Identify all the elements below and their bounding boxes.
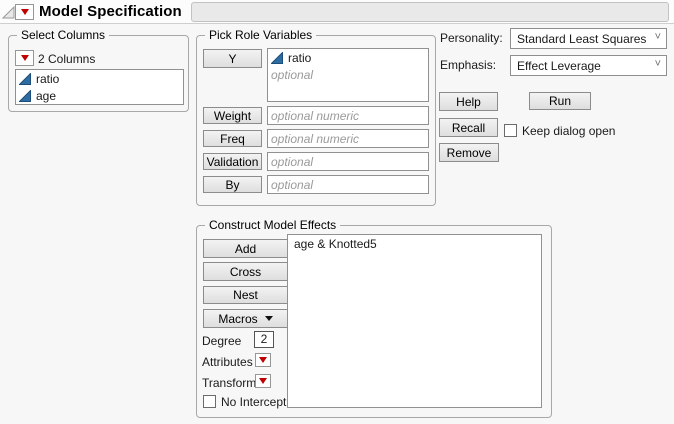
emphasis-value: Effect Leverage: [517, 58, 601, 73]
construct-model-effects-legend: Construct Model Effects: [205, 218, 341, 232]
macros-dropdown-icon: [264, 316, 273, 321]
role-variable-name: ratio: [288, 50, 312, 65]
personality-value: Standard Least Squares: [517, 31, 647, 46]
by-role-button[interactable]: By: [203, 176, 262, 193]
list-item[interactable]: ratio: [16, 70, 183, 87]
y-role-listbox[interactable]: ratio optional: [267, 48, 429, 102]
degree-label: Degree: [202, 334, 242, 348]
column-name: ratio: [36, 71, 60, 86]
continuous-variable-icon: [19, 89, 31, 102]
outline-header: Model Specification: [0, 0, 674, 24]
personality-dropdown[interactable]: Standard Least Squares ˅: [510, 28, 667, 49]
no-intercept-label: No Intercept: [221, 395, 287, 409]
columns-red-triangle-menu[interactable]: [15, 50, 34, 66]
validation-role-listbox[interactable]: optional: [267, 152, 429, 171]
attributes-red-triangle-menu[interactable]: [255, 353, 271, 367]
cross-button[interactable]: Cross: [203, 262, 288, 281]
column-name: age: [36, 88, 57, 103]
transform-red-triangle-menu[interactable]: [255, 374, 271, 388]
macros-button[interactable]: Macros: [203, 309, 288, 328]
recall-button[interactable]: Recall: [439, 118, 498, 137]
continuous-variable-icon: [271, 51, 283, 64]
model-effects-listbox[interactable]: age & Knotted5: [287, 234, 542, 408]
optional-placeholder: optional numeric: [271, 108, 360, 123]
freq-role-button[interactable]: Freq: [203, 130, 262, 147]
columns-count-label: 2 Columns: [38, 52, 96, 66]
keep-dialog-open-label: Keep dialog open: [522, 124, 616, 138]
nest-button[interactable]: Nest: [203, 286, 288, 304]
by-role-listbox[interactable]: optional: [267, 175, 429, 194]
red-triangle-icon: [259, 378, 267, 384]
attributes-label: Attributes: [202, 355, 253, 369]
remove-button[interactable]: Remove: [439, 143, 499, 162]
y-role-button[interactable]: Y: [203, 49, 262, 68]
disclosure-triangle-icon[interactable]: [2, 6, 15, 19]
degree-value: 2: [260, 332, 268, 346]
optional-placeholder: optional numeric: [271, 131, 360, 146]
optional-placeholder: optional: [271, 177, 314, 192]
macros-label: Macros: [218, 311, 258, 326]
header-spacer-panel: [191, 2, 669, 22]
keep-dialog-open-checkbox[interactable]: [504, 124, 517, 137]
add-button[interactable]: Add: [203, 239, 288, 258]
help-button[interactable]: Help: [439, 92, 498, 111]
pick-role-variables-legend: Pick Role Variables: [205, 28, 317, 42]
page-title: Model Specification: [39, 3, 182, 20]
continuous-variable-icon: [19, 72, 31, 85]
personality-label: Personality:: [440, 31, 503, 45]
columns-listbox[interactable]: ratio age: [15, 69, 184, 105]
red-triangle-icon: [20, 55, 29, 61]
red-triangle-icon: [20, 9, 29, 15]
pick-role-variables-group: Pick Role Variables Y ratio optional Wei…: [196, 28, 436, 206]
list-item[interactable]: ratio: [268, 49, 428, 66]
chevron-down-icon: ˅: [654, 58, 661, 70]
weight-role-listbox[interactable]: optional numeric: [267, 106, 429, 125]
run-button[interactable]: Run: [529, 92, 591, 110]
chevron-down-icon: ˅: [654, 31, 661, 43]
optional-placeholder: optional: [271, 154, 314, 169]
optional-placeholder: optional: [271, 67, 314, 82]
validation-role-button[interactable]: Validation: [203, 153, 262, 170]
freq-role-listbox[interactable]: optional numeric: [267, 129, 429, 148]
effect-item[interactable]: age & Knotted5: [288, 235, 541, 252]
transform-label: Transform: [202, 376, 257, 390]
degree-input[interactable]: 2: [254, 331, 274, 348]
no-intercept-checkbox[interactable]: [203, 395, 216, 408]
model-spec-red-triangle-menu[interactable]: [15, 4, 34, 20]
select-columns-group: Select Columns 2 Columns ratio age: [8, 28, 189, 112]
weight-role-button[interactable]: Weight: [203, 107, 262, 124]
construct-model-effects-group: Construct Model Effects Add Cross Nest M…: [196, 218, 552, 418]
emphasis-label: Emphasis:: [440, 58, 497, 72]
list-item[interactable]: age: [16, 87, 183, 104]
red-triangle-icon: [259, 357, 267, 363]
select-columns-legend: Select Columns: [17, 28, 110, 42]
emphasis-dropdown[interactable]: Effect Leverage ˅: [510, 55, 667, 76]
